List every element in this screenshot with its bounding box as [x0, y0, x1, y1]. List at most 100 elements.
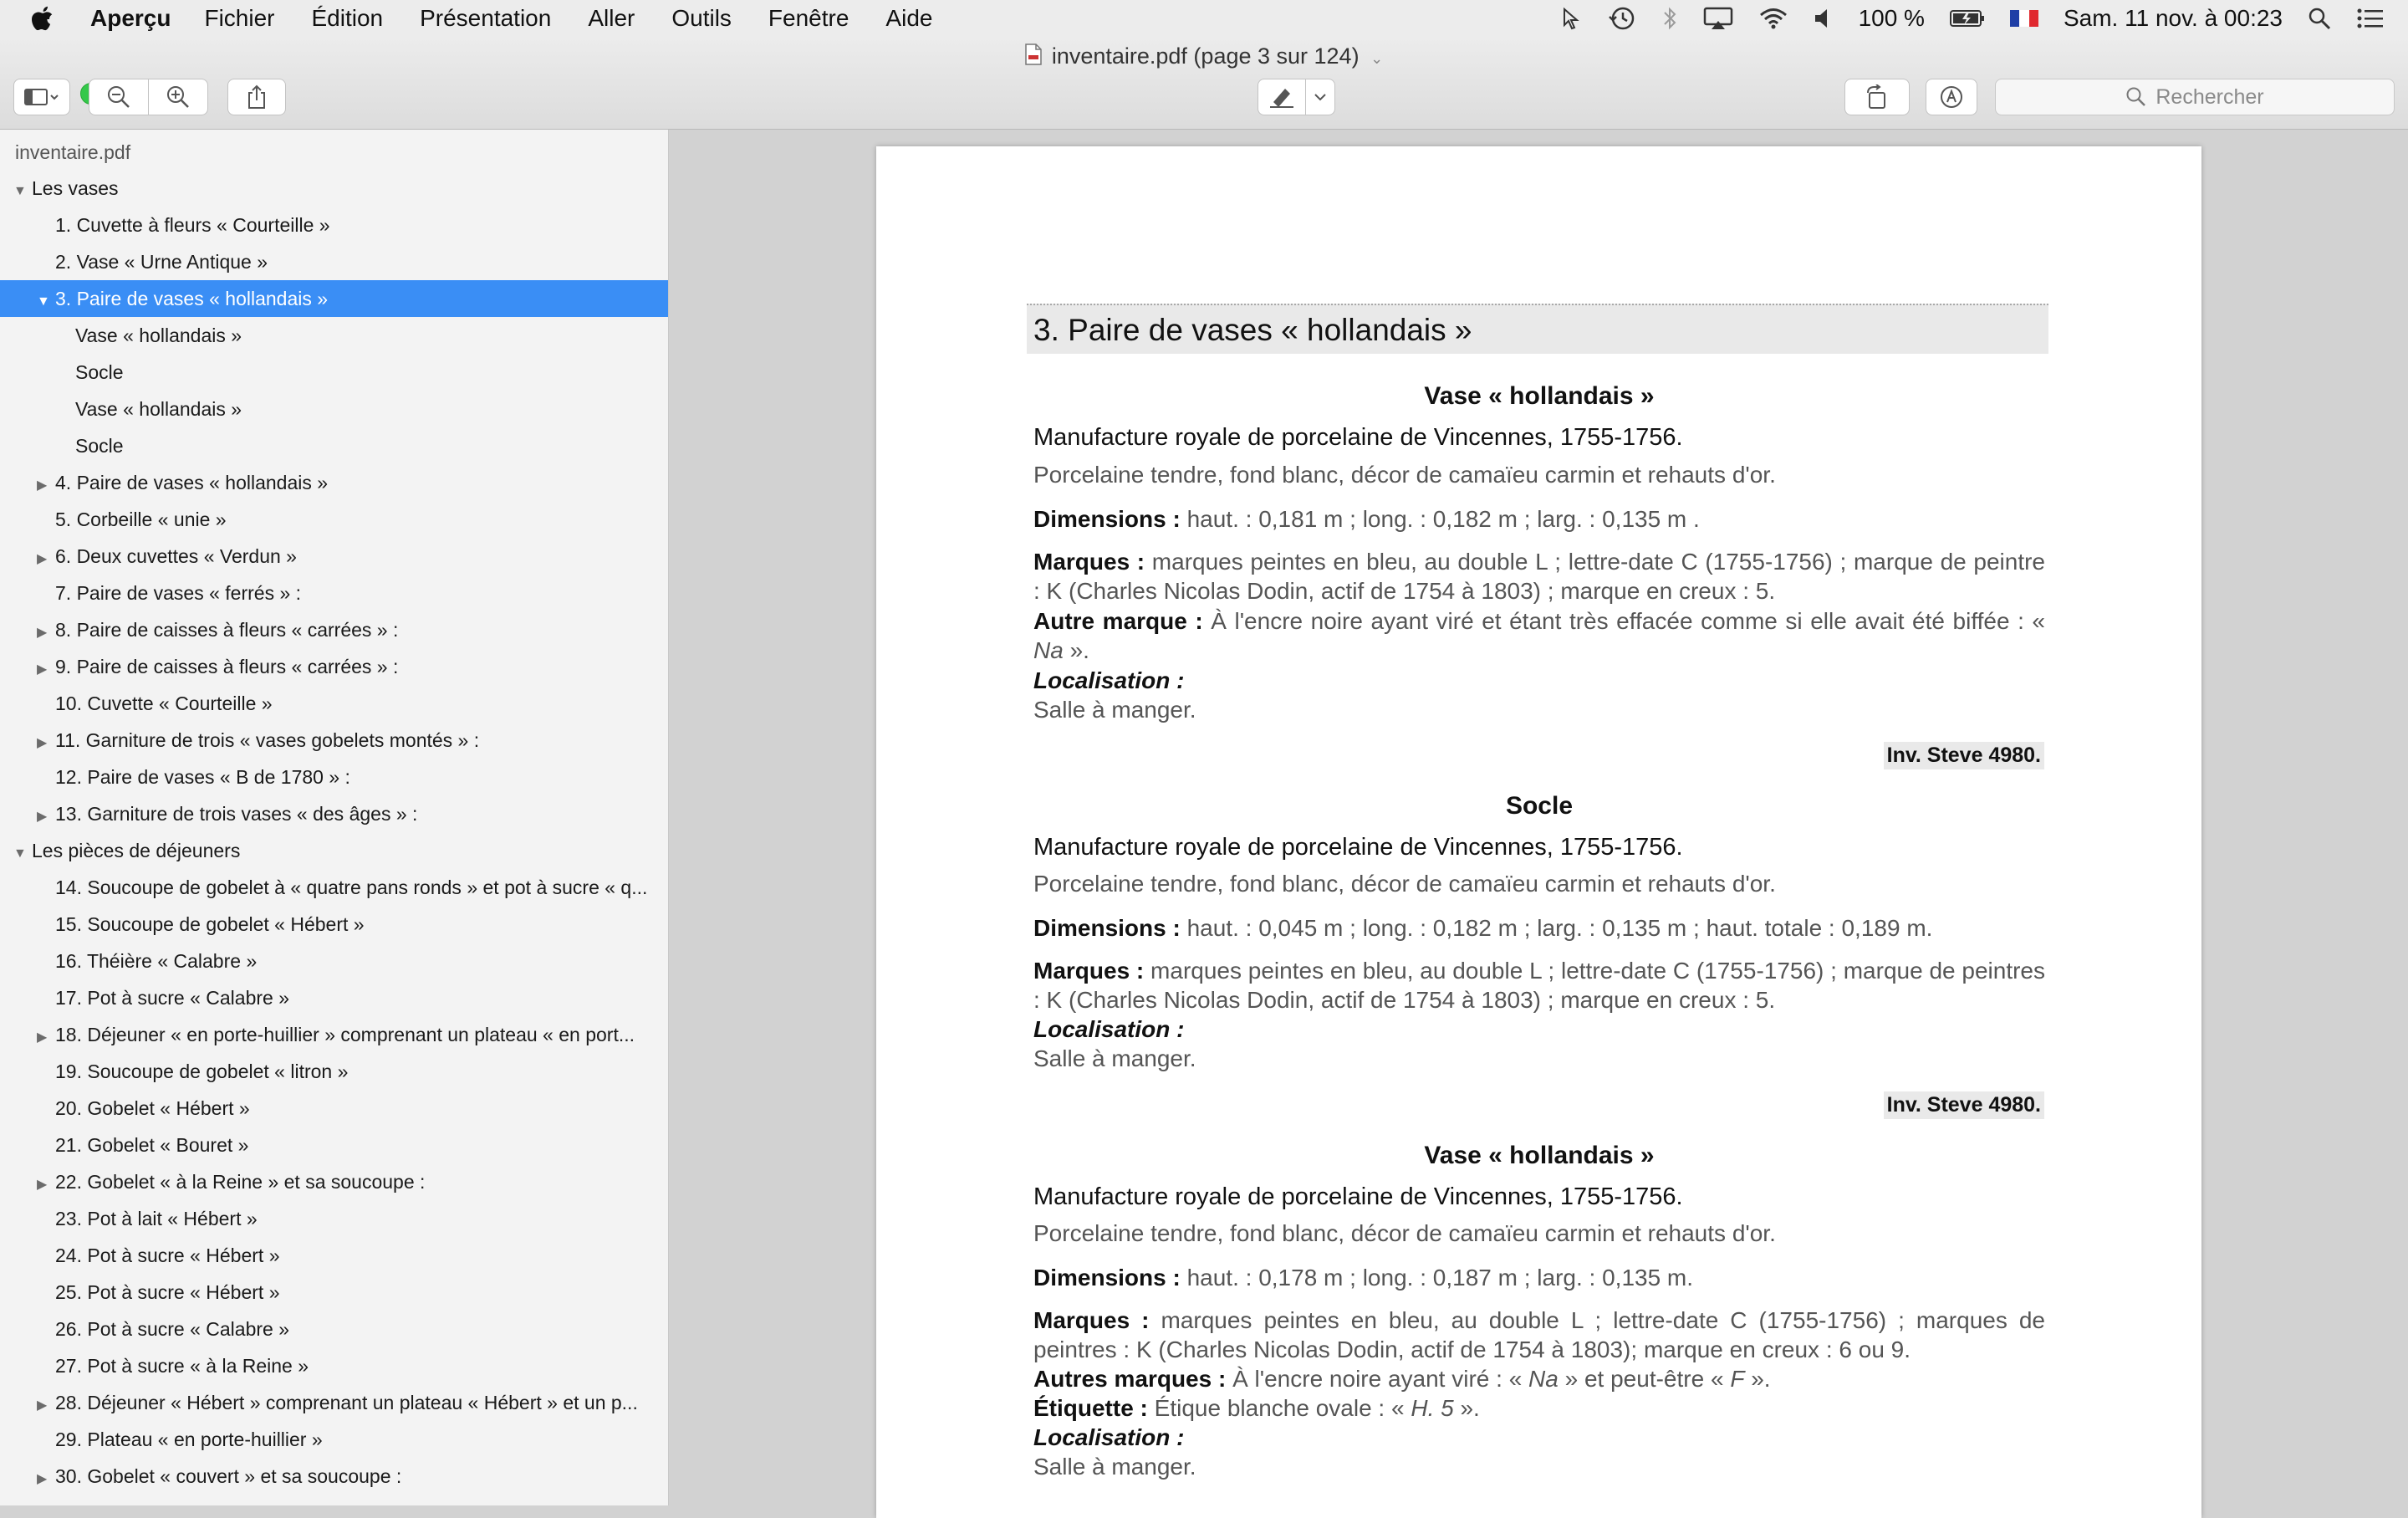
autres-marques-label: Autres marques : — [1033, 1366, 1227, 1392]
outline-item-label: Les pièces de déjeuners — [32, 840, 241, 861]
menu-presentation[interactable]: Présentation — [420, 5, 551, 32]
markup-toolbar-button[interactable] — [1926, 79, 1977, 115]
rotate-icon — [1867, 84, 1885, 109]
outline-item[interactable]: 26. Pot à sucre « Calabre » — [0, 1311, 668, 1347]
outline-item[interactable]: ▼ 3. Paire de vases « hollandais » — [0, 280, 668, 317]
disclosure-closed-icon[interactable]: ▶ — [37, 725, 55, 759]
disclosure-closed-icon[interactable]: ▶ — [37, 615, 55, 648]
zoom-out-button[interactable] — [89, 79, 149, 115]
outline-item[interactable]: 5. Corbeille « unie » — [0, 501, 668, 538]
disclosure-closed-icon[interactable]: ▶ — [37, 652, 55, 685]
outline-item-label: 12. Paire de vases « B de 1780 » : — [55, 766, 350, 788]
outline-item[interactable]: 12. Paire de vases « B de 1780 » : — [0, 759, 668, 795]
outline-item-label: 18. Déjeuner « en porte-huillier » compr… — [55, 1024, 635, 1045]
apple-menu-icon[interactable] — [30, 0, 74, 37]
outline-item[interactable]: ▼ Les vases — [0, 170, 668, 207]
disclosure-closed-icon[interactable]: ▶ — [37, 1167, 55, 1200]
menu-fenetre[interactable]: Fenêtre — [768, 5, 849, 32]
highlighter-icon — [1270, 89, 1293, 108]
outline-item[interactable]: 15. Soucoupe de gobelet « Hébert » — [0, 906, 668, 943]
outline-item[interactable]: 7. Paire de vases « ferrés » : — [0, 575, 668, 611]
markup-dropdown-button[interactable] — [1305, 79, 1335, 115]
outline-item-label: 24. Pot à sucre « Hébert » — [55, 1245, 280, 1266]
battery-percent[interactable]: 100 % — [1859, 5, 1925, 32]
outline-item[interactable]: ▶ 28. Déjeuner « Hébert » comprenant un p… — [0, 1384, 668, 1421]
marques-paragraph: Marques : marques peintes en bleu, au do… — [1033, 956, 2045, 1015]
zoom-in-button[interactable] — [148, 79, 208, 115]
title-chevron-down-icon[interactable]: ⌄ — [1370, 50, 1383, 67]
disclosure-open-icon[interactable]: ▼ — [13, 836, 32, 869]
airplay-icon[interactable] — [1703, 6, 1733, 31]
disclosure-closed-icon[interactable]: ▶ — [37, 799, 55, 832]
volume-icon[interactable] — [1814, 7, 1834, 30]
time-machine-icon[interactable] — [1608, 5, 1636, 32]
menubar-clock[interactable]: Sam. 11 nov. à 00:23 — [2064, 5, 2283, 32]
outline-item[interactable]: 19. Soucoupe de gobelet « litron » — [0, 1053, 668, 1090]
search-field[interactable]: Rechercher — [1995, 79, 2395, 115]
outline-item[interactable]: Vase « hollandais » — [0, 391, 668, 427]
outline-item[interactable]: ▼ Les pièces de déjeuners — [0, 832, 668, 869]
outline-item[interactable]: ▶ 11. Garniture de trois « vases gobelets… — [0, 722, 668, 759]
bluetooth-icon[interactable] — [1661, 6, 1678, 31]
menu-aide[interactable]: Aide — [885, 5, 932, 32]
disclosure-closed-icon[interactable]: ▶ — [37, 1461, 55, 1495]
rotate-button[interactable] — [1844, 79, 1910, 115]
manufacture-line: Manufacture royale de porcelaine de Vinc… — [1033, 424, 1683, 451]
outline-item[interactable]: Socle — [0, 427, 668, 464]
outline-item[interactable]: 1. Cuvette à fleurs « Courteille » — [0, 207, 668, 243]
outline-item[interactable]: ▶ 30. Gobelet « couvert » et sa soucoupe … — [0, 1458, 668, 1495]
localisation-label: Localisation : — [1033, 1423, 2045, 1452]
outline-item[interactable]: ▶ 9. Paire de caisses à fleurs « carrées … — [0, 648, 668, 685]
menu-edition[interactable]: Édition — [311, 5, 383, 32]
french-flag-icon[interactable] — [2009, 8, 2038, 28]
disclosure-open-icon[interactable]: ▼ — [13, 173, 32, 207]
outline-item[interactable]: Socle — [0, 354, 668, 391]
outline-item[interactable]: ▶ 22. Gobelet « à la Reine » et sa soucou… — [0, 1163, 668, 1200]
menu-fichier[interactable]: Fichier — [204, 5, 274, 32]
outline-item[interactable]: Vase « hollandais » — [0, 317, 668, 354]
outline-item[interactable]: 27. Pot à sucre « à la Reine » — [0, 1347, 668, 1384]
outline-item[interactable]: ▶ 13. Garniture de trois vases « des âges… — [0, 795, 668, 832]
disclosure-closed-icon[interactable]: ▶ — [37, 541, 55, 575]
outline-item[interactable]: 23. Pot à lait « Hébert » — [0, 1200, 668, 1237]
outline-item[interactable]: ▶ 8. Paire de caisses à fleurs « carrées … — [0, 611, 668, 648]
autre-marque-em: Na — [1033, 637, 1064, 663]
cursor-status-icon[interactable] — [1561, 7, 1583, 30]
window-title[interactable]: inventaire.pdf (page 3 sur 124) ⌄ — [0, 43, 2408, 71]
spotlight-icon[interactable] — [2308, 7, 2331, 30]
outline-item[interactable]: 14. Soucoupe de gobelet à « quatre pans … — [0, 869, 668, 906]
app-menu[interactable]: Aperçu — [90, 5, 171, 32]
outline-item[interactable]: 10. Cuvette « Courteille » — [0, 685, 668, 722]
outline-item-label: 3. Paire de vases « hollandais » — [55, 288, 329, 309]
sidebar-toggle-button[interactable] — [13, 79, 70, 115]
outline-item[interactable]: 25. Pot à sucre « Hébert » — [0, 1274, 668, 1311]
sidebar-file-name[interactable]: inventaire.pdf — [15, 141, 130, 164]
notification-center-icon[interactable] — [2356, 7, 2385, 30]
outline-item[interactable]: 16. Théière « Calabre » — [0, 943, 668, 979]
outline-item-label: 1. Cuvette à fleurs « Courteille » — [55, 214, 330, 236]
outline-item[interactable]: ▶ 6. Deux cuvettes « Verdun » — [0, 538, 668, 575]
outline-item-label: 15. Soucoupe de gobelet « Hébert » — [55, 913, 365, 935]
outline-item[interactable]: 17. Pot à sucre « Calabre » — [0, 979, 668, 1016]
outline-item-label: 10. Cuvette « Courteille » — [55, 693, 273, 714]
outline-item[interactable]: 21. Gobelet « Bouret » — [0, 1127, 668, 1163]
description-line: Porcelaine tendre, fond blanc, décor de … — [1033, 1220, 1776, 1246]
outline-item[interactable]: 29. Plateau « en porte-huillier » — [0, 1421, 668, 1458]
outline-item[interactable]: 2. Vase « Urne Antique » — [0, 243, 668, 280]
disclosure-open-icon[interactable]: ▼ — [37, 284, 55, 317]
battery-icon[interactable] — [1949, 8, 1985, 28]
share-button[interactable] — [227, 79, 286, 115]
wifi-icon[interactable] — [1758, 7, 1788, 30]
disclosure-closed-icon[interactable]: ▶ — [37, 468, 55, 501]
marques-label: Marques : — [1033, 1307, 1150, 1333]
outline-item-label: 17. Pot à sucre « Calabre » — [55, 987, 289, 1009]
menu-outils[interactable]: Outils — [671, 5, 732, 32]
outline-item[interactable]: 24. Pot à sucre « Hébert » — [0, 1237, 668, 1274]
outline-item[interactable]: ▶ 4. Paire de vases « hollandais » — [0, 464, 668, 501]
menu-aller[interactable]: Aller — [588, 5, 635, 32]
disclosure-closed-icon[interactable]: ▶ — [37, 1388, 55, 1421]
outline-item[interactable]: ▶ 18. Déjeuner « en porte-huillier » comp… — [0, 1016, 668, 1053]
markup-highlight-button[interactable] — [1258, 79, 1306, 115]
disclosure-closed-icon[interactable]: ▶ — [37, 1020, 55, 1053]
outline-item[interactable]: 20. Gobelet « Hébert » — [0, 1090, 668, 1127]
